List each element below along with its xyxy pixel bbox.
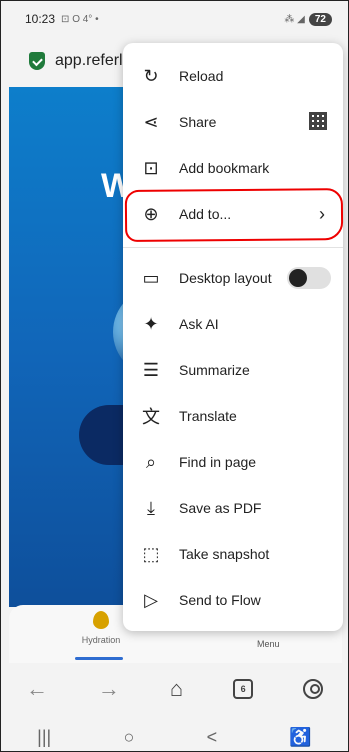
- nav-item-menu[interactable]: Menu: [257, 639, 280, 649]
- status-bar: 10:23 ⊡ O 4° • ⁂ ◢ 72: [1, 1, 348, 37]
- tab-count-button[interactable]: 6: [233, 679, 254, 699]
- find-in-page-icon: ⌕: [145, 451, 157, 472]
- monitor-icon: ▭: [142, 267, 160, 288]
- drop-icon: [93, 611, 109, 629]
- menu-item-label: Add bookmark: [179, 160, 270, 176]
- menu-item-summarize[interactable]: ☰ Summarize: [123, 347, 343, 393]
- menu-item-label: Take snapshot: [179, 546, 270, 562]
- accessibility-icon[interactable]: ♿: [289, 727, 311, 748]
- snapshot-icon: ⬚: [142, 543, 160, 564]
- menu-item-label: Desktop layout: [179, 270, 272, 286]
- red-highlight-annotation: [124, 188, 344, 242]
- hydration-label: Hydration: [81, 635, 121, 645]
- menu-item-label: Reload: [179, 68, 224, 84]
- menu-item-send-to-flow[interactable]: ▷ Send to Flow: [123, 577, 343, 623]
- signal-icon: ⁂ ◢: [284, 13, 305, 25]
- back-button[interactable]: <: [207, 727, 218, 748]
- active-tab-indicator: [75, 657, 123, 660]
- sparkle-icon: ✦: [143, 313, 159, 334]
- menu-item-desktop-layout[interactable]: ▭ Desktop layout: [123, 255, 343, 301]
- menu-item-label: Translate: [179, 408, 237, 424]
- home-button[interactable]: ○: [123, 727, 134, 748]
- menu-item-translate[interactable]: 文 Translate: [123, 393, 343, 439]
- secure-shield-icon: [29, 52, 45, 70]
- menu-item-label: Share: [179, 114, 217, 130]
- home-icon[interactable]: ⌂: [170, 676, 183, 702]
- clock: 10:23: [25, 12, 56, 26]
- menu-item-share[interactable]: ⋖ Share: [123, 99, 343, 145]
- phone-screen: 10:23 ⊡ O 4° • ⁂ ◢ 72 app.referl W Hydra…: [0, 0, 349, 752]
- download-icon: ⤓: [147, 497, 155, 518]
- menu-item-label: Save as PDF: [179, 500, 262, 516]
- menu-item-label: Find in page: [179, 454, 257, 470]
- summarize-icon: ☰: [142, 359, 160, 380]
- reload-icon: ↻: [143, 65, 159, 86]
- system-nav-bar: ||| ○ < ♿: [1, 721, 348, 751]
- menu-item-label: Ask AI: [179, 316, 219, 332]
- profile-icon[interactable]: [303, 679, 324, 699]
- browser-toolbar: ← → ⌂ 6: [1, 665, 348, 713]
- menu-divider: [123, 247, 343, 248]
- menu-item-label: Send to Flow: [179, 592, 261, 608]
- menu-item-ask-ai[interactable]: ✦ Ask AI: [123, 301, 343, 347]
- recents-button[interactable]: |||: [37, 727, 51, 748]
- battery-indicator: 72: [308, 12, 332, 26]
- menu-item-find-in-page[interactable]: ⌕ Find in page: [123, 439, 343, 485]
- menu-item-take-snapshot[interactable]: ⬚ Take snapshot: [123, 531, 343, 577]
- translate-icon: 文: [142, 407, 160, 427]
- send-icon: ▷: [144, 589, 158, 610]
- menu-item-label: Summarize: [179, 362, 250, 378]
- desktop-layout-toggle[interactable]: [287, 267, 331, 289]
- menu-item-reload[interactable]: ↻ Reload: [123, 53, 343, 99]
- bookmark-add-icon: ⊡: [143, 157, 159, 178]
- qr-code-icon[interactable]: [309, 112, 327, 130]
- menu-item-save-as-pdf[interactable]: ⤓ Save as PDF: [123, 485, 343, 531]
- status-icons-left: ⊡ O 4° •: [61, 13, 99, 25]
- browser-overflow-menu: ↻ Reload ⋖ Share ⊡ Add bookmark ⊕ Add to…: [123, 43, 343, 631]
- back-arrow-icon[interactable]: ←: [26, 676, 48, 702]
- url-text[interactable]: app.referl: [55, 52, 123, 70]
- menu-item-add-bookmark[interactable]: ⊡ Add bookmark: [123, 145, 343, 191]
- forward-arrow-icon[interactable]: →: [98, 676, 120, 702]
- share-icon: ⋖: [143, 111, 159, 132]
